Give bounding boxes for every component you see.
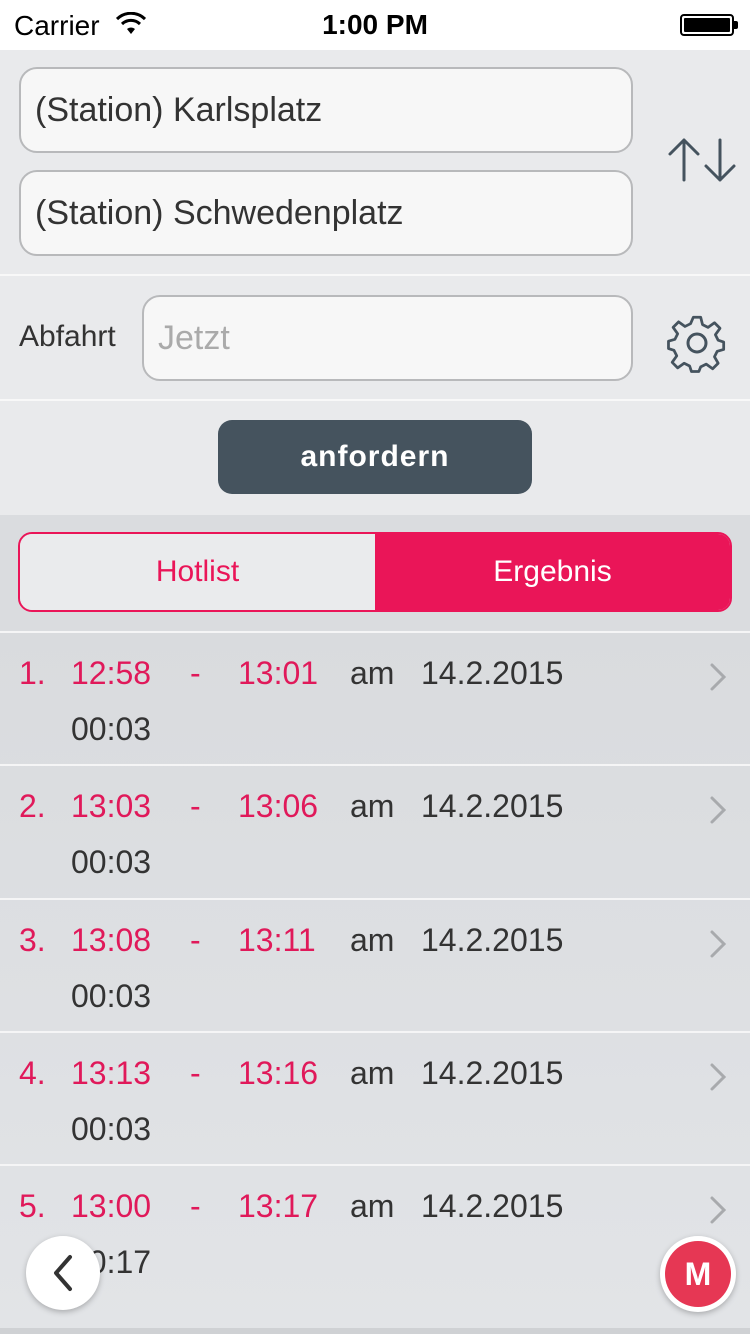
chevron-right-icon [710, 663, 727, 691]
departure-time-field[interactable]: Jetzt [142, 295, 633, 381]
list-item[interactable]: 4. 13:13 - 13:16 am 14.2.2015 00:03 [0, 1031, 750, 1164]
date-prefix: am [350, 1055, 395, 1091]
date-prefix: am [350, 655, 395, 691]
result-number: 5. [19, 1188, 46, 1224]
list-item[interactable]: 2. 13:03 - 13:06 am 14.2.2015 00:03 [0, 764, 750, 897]
trip-duration: 00:03 [71, 978, 152, 1014]
trip-date: 14.2.2015 [421, 1188, 564, 1224]
arrival-time: 13:06 [238, 788, 319, 824]
tab-ergebnis[interactable]: Ergebnis [375, 534, 730, 610]
time-separator: - [190, 922, 201, 958]
result-number: 3. [19, 922, 46, 958]
battery-icon [680, 14, 738, 36]
segmented-control: Hotlist Ergebnis [18, 532, 732, 612]
menu-letter: M [665, 1241, 731, 1307]
list-item[interactable]: 1. 12:58 - 13:01 am 14.2.2015 00:03 [0, 631, 750, 764]
divider [0, 399, 750, 401]
route-form: (Station) Karlsplatz (Station) Schwedenp… [0, 50, 750, 515]
arrival-time: 13:16 [238, 1055, 319, 1091]
departure-time: 13:03 [71, 788, 152, 824]
tab-hotlist[interactable]: Hotlist [20, 534, 375, 610]
trip-date: 14.2.2015 [421, 1055, 564, 1091]
arrival-time: 13:17 [238, 1188, 319, 1224]
results-list: 1. 12:58 - 13:01 am 14.2.2015 00:03 2. 1… [0, 631, 750, 1334]
departure-time: 12:58 [71, 655, 152, 691]
departure-label: Abfahrt [19, 320, 116, 353]
request-button[interactable]: anfordern [218, 420, 532, 494]
time-separator: - [190, 1055, 201, 1091]
gear-icon[interactable] [666, 312, 728, 374]
time-separator: - [190, 1188, 201, 1224]
trip-duration: 00:03 [71, 844, 152, 880]
chevron-right-icon [710, 796, 727, 824]
arrival-time: 13:01 [238, 655, 319, 691]
result-number: 2. [19, 788, 46, 824]
time-separator: - [190, 655, 201, 691]
swap-arrows-icon[interactable] [666, 136, 740, 184]
date-prefix: am [350, 922, 395, 958]
result-number: 4. [19, 1055, 46, 1091]
time-separator: - [190, 788, 201, 824]
departure-time: 13:08 [71, 922, 152, 958]
departure-time: 13:13 [71, 1055, 152, 1091]
menu-button[interactable]: M [660, 1236, 736, 1312]
trip-duration: 00:03 [71, 711, 152, 747]
bottom-edge [0, 1328, 750, 1334]
back-button[interactable] [26, 1236, 100, 1310]
to-station-field[interactable]: (Station) Schwedenplatz [19, 170, 633, 256]
date-prefix: am [350, 788, 395, 824]
chevron-left-icon [54, 1255, 72, 1291]
from-station-field[interactable]: (Station) Karlsplatz [19, 67, 633, 153]
from-station-value: (Station) Karlsplatz [35, 90, 323, 129]
list-item[interactable]: 3. 13:08 - 13:11 am 14.2.2015 00:03 [0, 898, 750, 1031]
status-bar: Carrier 1:00 PM [0, 0, 750, 50]
divider [0, 274, 750, 276]
trip-date: 14.2.2015 [421, 788, 564, 824]
to-station-value: (Station) Schwedenplatz [35, 193, 404, 232]
trip-date: 14.2.2015 [421, 655, 564, 691]
chevron-right-icon [710, 1196, 727, 1224]
result-number: 1. [19, 655, 46, 691]
chevron-right-icon [710, 930, 727, 958]
status-time: 1:00 PM [322, 9, 428, 40]
tab-bar: Hotlist Ergebnis [0, 515, 750, 631]
list-item[interactable]: 5. 13:00 - 13:17 am 14.2.2015 00:17 [0, 1164, 750, 1297]
trip-date: 14.2.2015 [421, 922, 564, 958]
chevron-right-icon [710, 1063, 727, 1091]
trip-duration: 00:03 [71, 1111, 152, 1147]
date-prefix: am [350, 1188, 395, 1224]
departure-time-placeholder: Jetzt [158, 318, 230, 357]
departure-time: 13:00 [71, 1188, 152, 1224]
arrival-time: 13:11 [238, 922, 316, 958]
